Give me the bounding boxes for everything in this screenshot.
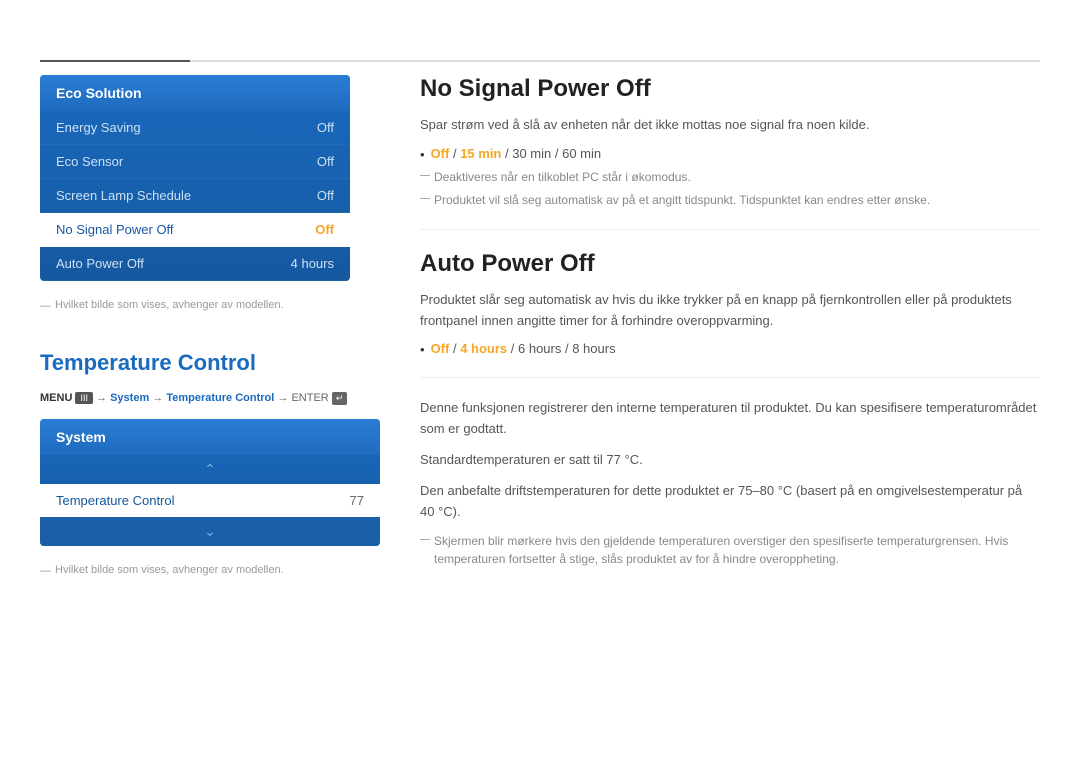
- menu-item-energy-saving[interactable]: Energy Saving Off: [40, 111, 350, 145]
- no-signal-note-1: Deaktiveres når en tilkoblet PC står i ø…: [420, 168, 1040, 186]
- no-signal-title: No Signal Power Off: [420, 75, 1040, 103]
- temp-control-note: Skjermen blir mørkere hvis den gjeldende…: [420, 532, 1040, 568]
- enter-icon: ↵: [332, 392, 348, 405]
- temperature-control-section: Temperature Control MENU III → System → …: [40, 350, 380, 577]
- chevron-up-icon: ⌃: [204, 461, 216, 478]
- bullet-dot: •: [420, 147, 425, 162]
- menu-path: MENU III → System → Temperature Control …: [40, 392, 380, 405]
- eco-footnote: — Hvilket bilde som vises, avhenger av m…: [40, 299, 350, 312]
- no-signal-section: No Signal Power Off Spar strøm ved å slå…: [420, 75, 1040, 209]
- menu-item-screen-lamp[interactable]: Screen Lamp Schedule Off: [40, 179, 350, 213]
- chevron-down-row: ⌄: [40, 517, 380, 546]
- menu-icon: III: [75, 392, 93, 404]
- auto-power-title: Auto Power Off: [420, 250, 1040, 278]
- temp-footnote: — Hvilket bilde som vises, avhenger av m…: [40, 564, 380, 577]
- no-signal-desc: Spar strøm ved å slå av enheten når det …: [420, 115, 1040, 136]
- eco-solution-header: Eco Solution: [40, 75, 350, 111]
- temp-desc-2: Standardtemperaturen er satt til 77 °C.: [420, 450, 1040, 471]
- temp-desc-3: Den anbefalte driftstemperaturen for det…: [420, 481, 1040, 523]
- system-item-temp-control[interactable]: Temperature Control 77: [40, 484, 380, 517]
- system-header: System: [40, 419, 380, 455]
- eco-solution-menu: Eco Solution Energy Saving Off Eco Senso…: [40, 75, 350, 281]
- no-signal-options: • Off / 15 min / 30 min / 60 min: [420, 146, 1040, 162]
- system-menu: System ⌃ Temperature Control 77 ⌄: [40, 419, 380, 546]
- section-divider-2: [420, 377, 1040, 378]
- section-divider-1: [420, 229, 1040, 230]
- temperature-control-title: Temperature Control: [40, 350, 380, 376]
- menu-item-auto-power[interactable]: Auto Power Off 4 hours: [40, 247, 350, 281]
- temp-control-desc-section: Denne funksjonen registrerer den interne…: [420, 398, 1040, 568]
- eco-solution-section: Eco Solution Energy Saving Off Eco Senso…: [40, 75, 350, 312]
- menu-item-eco-sensor[interactable]: Eco Sensor Off: [40, 145, 350, 179]
- bullet-dot-2: •: [420, 342, 425, 357]
- chevron-up-row: ⌃: [40, 455, 380, 484]
- top-divider: [40, 60, 1040, 62]
- auto-power-section: Auto Power Off Produktet slår seg automa…: [420, 250, 1040, 358]
- chevron-down-icon: ⌄: [204, 523, 216, 540]
- right-content: No Signal Power Off Spar strøm ved å slå…: [420, 75, 1040, 573]
- temp-desc-1: Denne funksjonen registrerer den interne…: [420, 398, 1040, 440]
- menu-item-no-signal[interactable]: No Signal Power Off Off: [40, 213, 350, 247]
- no-signal-note-2: Produktet vil slå seg automatisk av på e…: [420, 191, 1040, 209]
- auto-power-desc: Produktet slår seg automatisk av hvis du…: [420, 290, 1040, 332]
- auto-power-options: • Off / 4 hours / 6 hours / 8 hours: [420, 341, 1040, 357]
